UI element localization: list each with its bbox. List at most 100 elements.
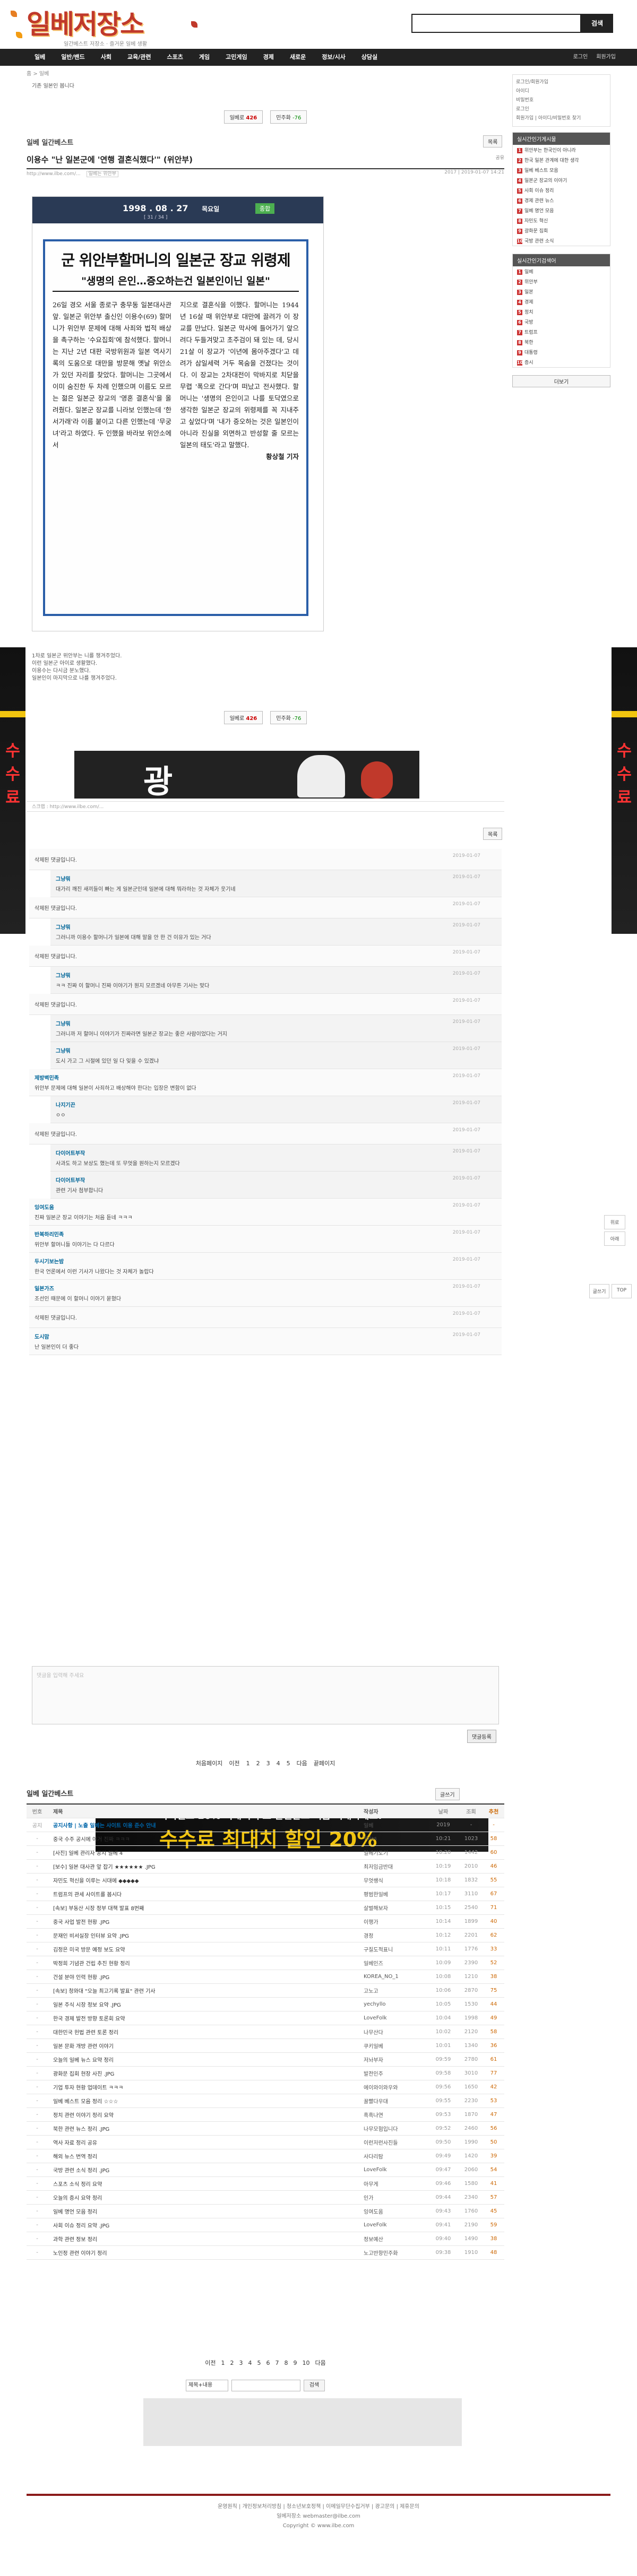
popular-item[interactable]: 10 국방 관련 소식: [513, 236, 610, 246]
table-row[interactable]: - 사회 이슈 정리 요약 .JPG LoveFolk 09:41 2190 59: [27, 2218, 504, 2232]
nav-item[interactable]: 새로운: [282, 49, 314, 66]
nav-item[interactable]: 스포츠: [159, 49, 191, 66]
comment-author[interactable]: 그냥뭐: [56, 923, 496, 931]
downvote-button[interactable]: 민주화 -76: [270, 110, 307, 124]
upvote-button-bottom[interactable]: 일베로 426: [223, 711, 263, 724]
comment-author[interactable]: 그냥뭐: [56, 1046, 496, 1054]
list-search-button[interactable]: 검색: [304, 2380, 325, 2391]
row-title[interactable]: 트럼프의 관세 사이트를 봅시다: [48, 1890, 364, 1898]
row-title[interactable]: 일본 문화 개방 관련 이야기: [48, 2042, 364, 2050]
row-title[interactable]: 한국 경제 발전 방향 토론회 요약: [48, 2014, 364, 2022]
row-title[interactable]: 광화문 집회 현장 사진 .JPG: [48, 2069, 364, 2077]
row-title[interactable]: 박정희 기념관 건립 추진 현황 정리: [48, 1959, 364, 1967]
share-button[interactable]: 공유: [495, 154, 504, 161]
popular-item[interactable]: 2 한국 일본 관계에 대한 생각: [513, 155, 610, 165]
page-link[interactable]: 끝페이지: [314, 1760, 335, 1767]
nav-item[interactable]: 경제: [255, 49, 282, 66]
left-side-ad[interactable]: 수수료: [0, 647, 25, 934]
row-title[interactable]: 역사 자료 정리 공유: [48, 2138, 364, 2146]
row-title[interactable]: 노인정 관련 이야기 정리: [48, 2249, 364, 2257]
nav-user-link[interactable]: 로그인: [573, 49, 588, 66]
row-title[interactable]: 스포츠 소식 정리 요약: [48, 2180, 364, 2188]
right-side-ad[interactable]: 수수료: [612, 647, 637, 934]
row-title[interactable]: 정치 관련 이야기 정리 요약: [48, 2111, 364, 2119]
popular-item-label[interactable]: 일베 베스트 모음: [524, 168, 558, 174]
keyword-item[interactable]: 2 위안부: [513, 276, 610, 287]
row-author[interactable]: 에이와이와우와: [364, 2083, 427, 2091]
page-link[interactable]: 3: [266, 1760, 270, 1767]
page-link[interactable]: 5: [257, 2360, 261, 2366]
table-row[interactable]: - 노인정 관련 이야기 정리 노고반항민주화 09:38 1910 48: [27, 2246, 504, 2260]
row-author[interactable]: 아무게: [364, 2180, 427, 2188]
table-row[interactable]: - [사진] 일베 관리자 공지 일베 4 얼베기도기 10:20 1442 60: [27, 1846, 504, 1860]
row-title[interactable]: [보수] 일본 대사관 앞 잡기 ★★★★★★ .JPG: [48, 1862, 364, 1870]
keyword-item[interactable]: 8 북한: [513, 337, 610, 347]
table-row[interactable]: - 과학 관련 정보 정리 정보예산 09:40 1490 38: [27, 2232, 504, 2246]
row-title[interactable]: 오늘의 일베 뉴스 요약 정리: [48, 2055, 364, 2063]
table-row[interactable]: - 정치 관련 이야기 정리 요약 흑흑나연 09:53 1870 47: [27, 2108, 504, 2122]
nav-item[interactable]: 상담실: [354, 49, 385, 66]
write-float-button[interactable]: 글쓰기: [589, 1284, 609, 1298]
site-logo[interactable]: 일베저장소 일간베스트 저장소 · 즐거운 일베 생활: [27, 3, 186, 47]
popular-item-label[interactable]: 한국 일본 관계에 대한 생각: [524, 158, 579, 163]
comment-submit-button[interactable]: 댓글등록: [467, 1730, 496, 1743]
popular-item-label[interactable]: 위안부는 한국인이 아니라: [524, 148, 576, 153]
table-row[interactable]: - 일베 베스트 모음 정리 ☆☆☆ 꿀빨다우대 09:55 2230 53: [27, 2094, 504, 2108]
table-row[interactable]: - 트럼프의 관세 사이트를 봅시다 평범한일베 10:17 3110 67: [27, 1887, 504, 1901]
table-row[interactable]: - 광화문 집회 현장 사진 .JPG 발전인주 09:58 3010 77: [27, 2067, 504, 2080]
login-item[interactable]: 로그인/회원가입: [516, 78, 607, 87]
page-link[interactable]: 7: [276, 2360, 279, 2366]
row-author[interactable]: Yolas: [364, 1836, 427, 1842]
popular-item[interactable]: 6 경제 관련 뉴스: [513, 195, 610, 205]
page-link[interactable]: 이전: [205, 2360, 216, 2366]
row-author[interactable]: 고노고: [364, 1987, 427, 1994]
table-row[interactable]: - 문재인 비서실장 인터뷰 요약 .JPG 경정 10:12 2201 62: [27, 1929, 504, 1942]
keyword-item[interactable]: 7 트럼프: [513, 327, 610, 337]
keyword-item-label[interactable]: 증시: [524, 360, 533, 366]
keyword-item-label[interactable]: 위안부: [524, 280, 538, 285]
page-link[interactable]: 1: [221, 2360, 225, 2366]
table-row[interactable]: - 중국 수주 공시에 이거 진짜 ㅋㅋㅋ Yolas 10:21 1023 58: [27, 1832, 504, 1846]
page-link[interactable]: 2: [230, 2360, 234, 2366]
row-title[interactable]: 문재인 비서실장 인터뷰 요약 .JPG: [48, 1931, 364, 1939]
clip-section-tag[interactable]: 종합: [255, 203, 275, 214]
list-title[interactable]: 일베 일간베스트: [27, 1788, 504, 1798]
comment-author[interactable]: 그냥뭐: [56, 1019, 496, 1027]
comment-textarea[interactable]: 댓글을 입력해 주세요: [32, 1666, 499, 1724]
comment-author[interactable]: 제방벽민족: [35, 1073, 496, 1081]
popular-item-label[interactable]: 국방 관련 소식: [524, 239, 554, 244]
comment-author[interactable]: 도시맘: [35, 1332, 496, 1340]
row-title[interactable]: 일베 베스트 모음 정리 ☆☆☆: [48, 2097, 364, 2105]
row-title[interactable]: 사회 이슈 정리 요약 .JPG: [48, 2221, 364, 2229]
keyword-item[interactable]: 4 경제: [513, 297, 610, 307]
write-button[interactable]: 글쓰기: [435, 1788, 460, 1800]
row-title[interactable]: 김정은 미국 방문 예정 보도 요약: [48, 1945, 364, 1953]
keyword-item-label[interactable]: 트럼프: [524, 330, 538, 335]
row-author[interactable]: 일베: [364, 1821, 427, 1829]
page-link[interactable]: 3: [239, 2360, 243, 2366]
table-row[interactable]: - 자민도 혁신을 이루는 시대에 ◆◆◆◆◆ 무엇쌩식 10:18 1832 55: [27, 1874, 504, 1887]
row-author[interactable]: 얼베기도기: [364, 1849, 427, 1857]
row-title[interactable]: [사진] 일베 관리자 공지 일베 4: [48, 1849, 364, 1857]
row-author[interactable]: 이런저런사진들: [364, 2138, 427, 2146]
ad-banner-top[interactable]: 광: [74, 751, 419, 799]
popular-item[interactable]: 8 자민도 혁신: [513, 215, 610, 225]
keyword-item-label[interactable]: 일베: [524, 270, 533, 275]
downvote-button-bottom[interactable]: 민주화 -76: [270, 711, 307, 724]
row-author[interactable]: 정보예산: [364, 2235, 427, 2243]
login-item[interactable]: 비밀번호: [516, 96, 607, 105]
row-author[interactable]: LoveFolk: [364, 2015, 427, 2021]
row-author[interactable]: 저놔부자: [364, 2055, 427, 2063]
popular-item-label[interactable]: 일본군 장교의 이야기: [524, 178, 567, 184]
nav-item[interactable]: 게임: [191, 49, 218, 66]
row-title[interactable]: 일베 명언 모음 정리: [48, 2207, 364, 2215]
search-type-select[interactable]: 제목+내용: [186, 2380, 228, 2391]
table-row[interactable]: - 김정은 미국 방문 예정 보도 요약 구질도적표니 10:11 1776 33: [27, 1942, 504, 1956]
popular-item[interactable]: 1 위안부는 한국인이 아니라: [513, 145, 610, 155]
page-link[interactable]: 이전: [229, 1760, 239, 1767]
list-button[interactable]: 목록: [483, 135, 503, 148]
popular-item[interactable]: 7 일베 명언 모음: [513, 205, 610, 215]
scrap-url[interactable]: 스크랩 : http://www.ilbe.com/...: [27, 801, 504, 812]
table-row[interactable]: - 중국 사업 발전 현황 .JPG 이행가 10:14 1899 40: [27, 1915, 504, 1929]
row-author[interactable]: LoveFolk: [364, 2167, 427, 2173]
